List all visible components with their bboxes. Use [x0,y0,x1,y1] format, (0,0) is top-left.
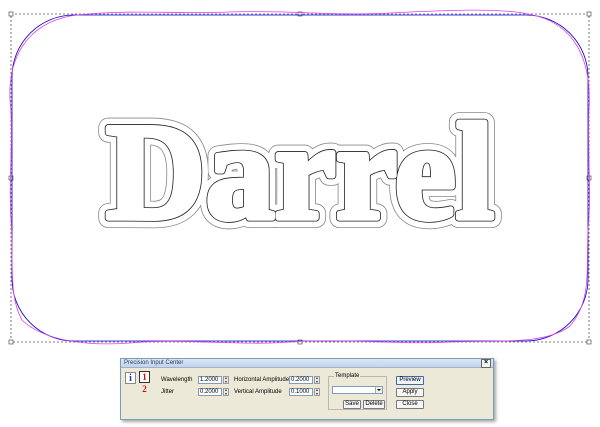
handle-top-left[interactable] [8,11,14,17]
handle-bottom-right[interactable] [586,339,592,345]
delete-button[interactable]: Delete [363,400,385,409]
save-button[interactable]: Save [343,400,361,409]
vertical-amplitude-spinner[interactable] [314,388,320,396]
dialog-titlebar[interactable]: Precision Input Center × [121,359,493,368]
handle-top-right[interactable] [586,11,592,17]
close-button[interactable]: Close [396,400,424,409]
vertical-amplitude-field[interactable]: 0.1000 [289,388,313,396]
jitter-field[interactable]: 0.2000 [198,388,222,396]
horizontal-amplitude-label: Horizontal Amplitude [234,377,290,383]
wavelength-field[interactable]: 1.2000 [198,376,222,384]
apply-button[interactable]: Apply [396,388,424,397]
wavelength-spinner[interactable] [223,376,229,384]
precision-input-dialog: Precision Input Center × i 1 2 Wavelengt… [120,358,494,420]
darrel-inner: Darrel [106,95,494,248]
wavelength-label: Wavelength [161,377,193,383]
template-label: Template [334,372,361,380]
darrel-text-outline: Darrel Darrel Darrel Darrel [96,85,504,258]
mode-two-icon[interactable]: 2 [139,384,150,396]
preview-button[interactable]: Preview [396,376,424,385]
design-canvas[interactable]: Darrel Darrel Darrel Darrel [0,0,600,345]
vertical-amplitude-label: Vertical Amplitude [234,389,282,395]
template-dropdown[interactable] [332,386,383,394]
close-icon[interactable]: × [481,359,491,368]
chevron-down-icon[interactable] [375,387,382,393]
horizontal-amplitude-spinner[interactable] [314,376,320,384]
horizontal-amplitude-field[interactable]: 0.2000 [289,376,313,384]
info-icon[interactable]: i [125,372,136,384]
jitter-label: Jitter [161,389,175,395]
handle-bottom-left[interactable] [8,339,14,345]
jitter-spinner[interactable] [223,388,229,396]
mode-one-icon[interactable]: 1 [139,371,150,383]
dialog-title: Precision Input Center [124,360,184,366]
